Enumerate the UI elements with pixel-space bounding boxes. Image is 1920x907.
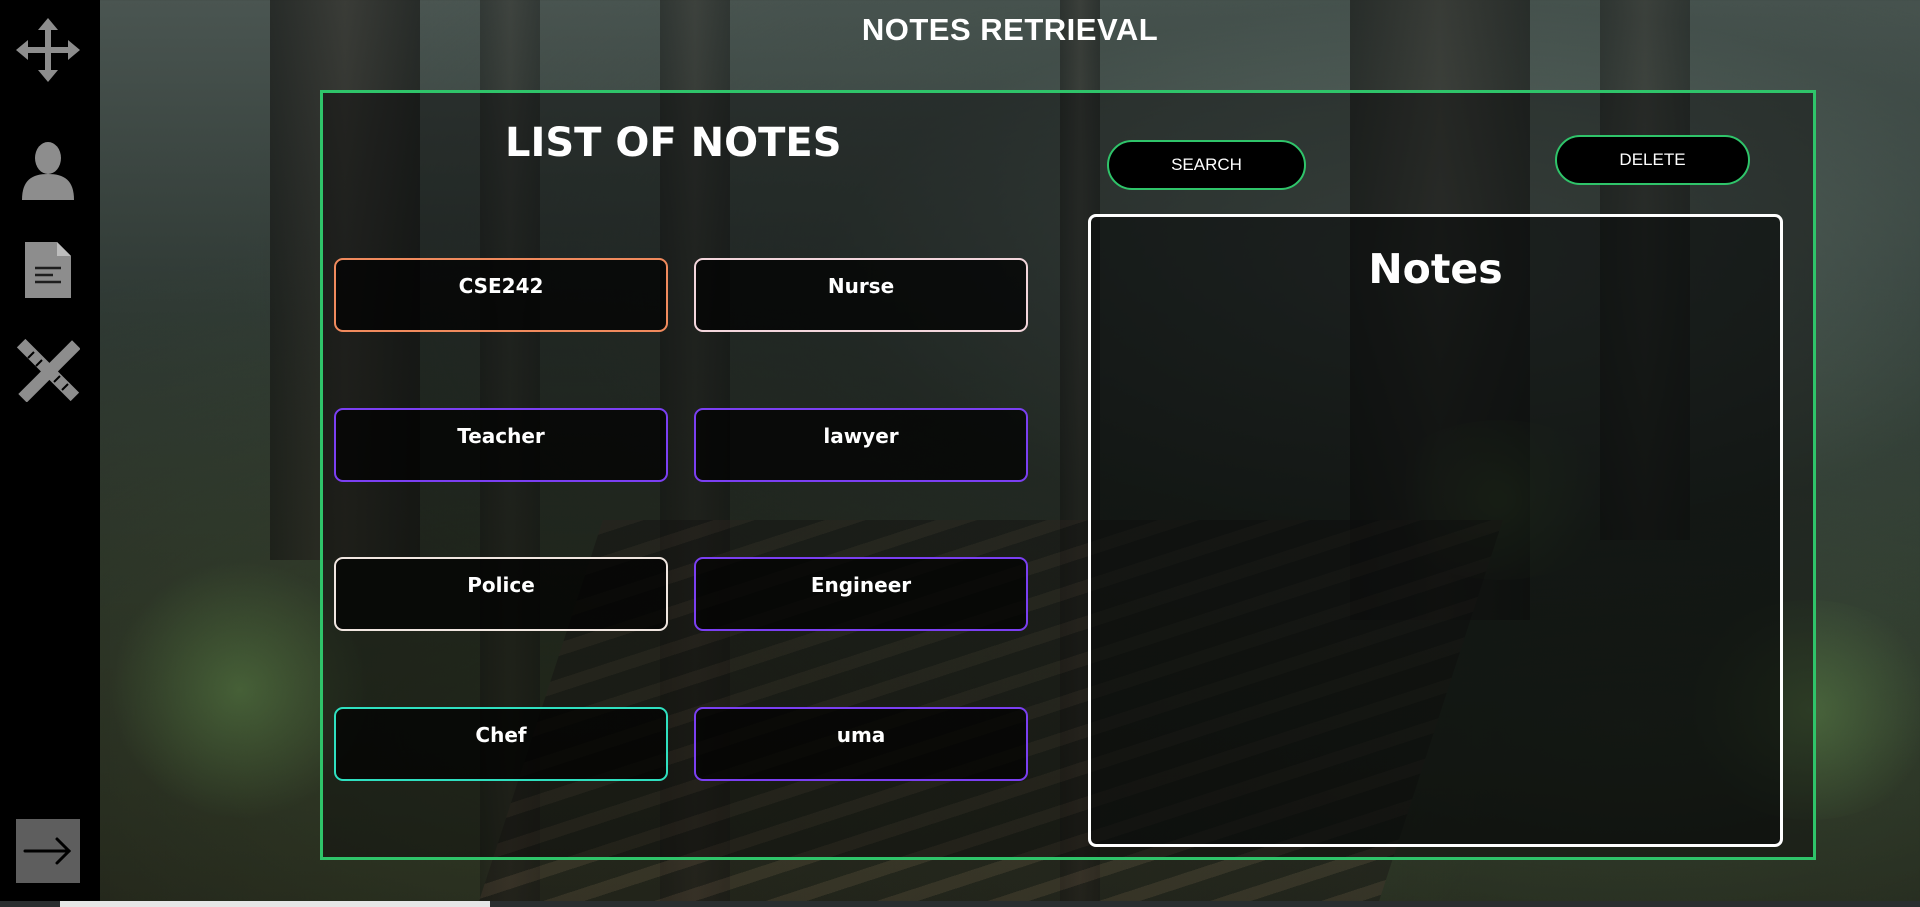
note-button[interactable]: Engineer [694, 557, 1028, 631]
sidebar-item-move[interactable] [12, 14, 84, 86]
sidebar-item-tools[interactable] [12, 334, 84, 406]
note-button[interactable]: Police [334, 557, 668, 631]
sidebar-item-notes[interactable] [12, 234, 84, 306]
search-button[interactable]: SEARCH [1107, 140, 1306, 190]
note-button[interactable]: Nurse [694, 258, 1028, 332]
move-icon [16, 18, 80, 82]
logout-button[interactable] [16, 819, 80, 883]
note-button[interactable]: Teacher [334, 408, 668, 482]
list-title: LIST OF NOTES [505, 120, 842, 166]
tools-icon [16, 338, 80, 402]
note-button[interactable]: uma [694, 707, 1028, 781]
horizontal-scrollbar[interactable] [0, 901, 1920, 907]
note-button[interactable]: Chef [334, 707, 668, 781]
note-button[interactable]: lawyer [694, 408, 1028, 482]
notes-title: Notes [1368, 245, 1503, 293]
scrollbar-thumb[interactable] [60, 901, 490, 907]
document-icon [25, 242, 71, 298]
logout-arrow-icon [23, 837, 72, 865]
page-title: NOTES RETRIEVAL [861, 12, 1159, 47]
sidebar-item-profile[interactable] [12, 134, 84, 206]
user-icon [22, 142, 74, 200]
delete-button[interactable]: DELETE [1555, 135, 1750, 185]
notes-display-panel: Notes [1088, 214, 1783, 847]
sidebar [0, 0, 100, 907]
note-button[interactable]: CSE242 [334, 258, 668, 332]
